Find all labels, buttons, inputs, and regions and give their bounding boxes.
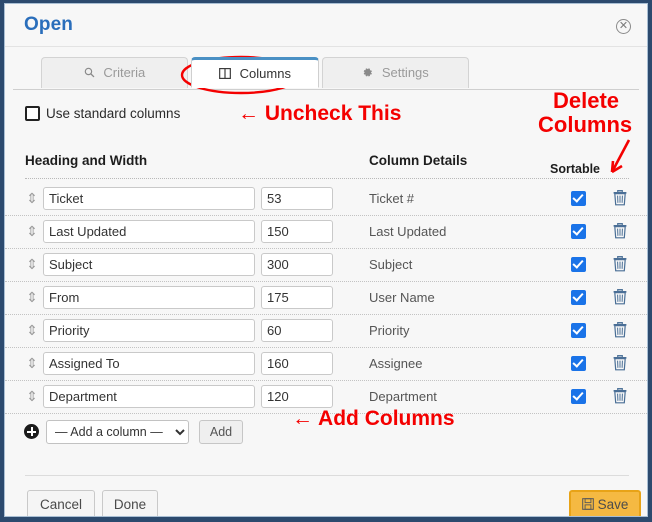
column-heading-input[interactable] [43, 187, 255, 210]
column-heading-input[interactable] [43, 253, 255, 276]
table-row: ⇕ Subject [5, 249, 647, 282]
column-detail-label: Department [369, 389, 437, 404]
columns-table: ⇕ Ticket # ⇕ Last Updated ⇕ Subject ⇕ User Name… [5, 183, 647, 414]
trash-icon[interactable] [613, 387, 627, 409]
column-width-input[interactable] [261, 286, 333, 309]
sortable-checkbox[interactable] [571, 389, 586, 404]
save-button[interactable]: Save [569, 490, 641, 516]
sortable-checkbox[interactable] [571, 191, 586, 206]
drag-handle-icon[interactable]: ⇕ [26, 256, 38, 273]
column-detail-label: Assignee [369, 356, 423, 371]
sortable-checkbox[interactable] [571, 224, 586, 239]
tab-criteria[interactable]: Criteria [41, 57, 188, 88]
column-width-input[interactable] [261, 385, 333, 408]
save-button-label: Save [597, 496, 629, 512]
column-heading-input[interactable] [43, 385, 255, 408]
gear-icon [362, 66, 377, 81]
footer-divider [25, 475, 629, 476]
tab-settings-label: Settings [381, 65, 429, 80]
trash-icon[interactable] [613, 288, 627, 310]
use-standard-columns-row: Use standard columns [25, 106, 180, 121]
drag-handle-icon[interactable]: ⇕ [26, 289, 38, 306]
column-width-input[interactable] [261, 187, 333, 210]
columns-icon [219, 67, 235, 82]
column-detail-label: User Name [369, 290, 435, 305]
drag-handle-icon[interactable]: ⇕ [26, 322, 38, 339]
tab-settings[interactable]: Settings [322, 57, 469, 88]
trash-icon[interactable] [613, 189, 627, 211]
table-row: ⇕ Department [5, 381, 647, 414]
open-dialog: Open ✕ Criteria Columns Settings Use sta… [4, 3, 648, 517]
sortable-checkbox[interactable] [571, 290, 586, 305]
page-title: Open [24, 14, 73, 35]
heading-and-width-header: Heading and Width [25, 153, 148, 168]
sortable-checkbox[interactable] [571, 356, 586, 371]
trash-icon[interactable] [613, 354, 627, 376]
add-column-row: — Add a column — Add [5, 412, 647, 456]
plus-circle-icon[interactable] [24, 424, 39, 439]
tab-bar: Criteria Columns Settings [13, 57, 639, 90]
tab-columns[interactable]: Columns [191, 57, 319, 88]
floppy-disk-icon [581, 497, 594, 513]
column-detail-label: Last Updated [369, 224, 447, 239]
trash-icon[interactable] [613, 321, 627, 343]
dialog-titlebar: Open ✕ [5, 4, 647, 47]
drag-handle-icon[interactable]: ⇕ [26, 388, 38, 405]
column-detail-label: Ticket # [369, 191, 415, 206]
close-icon[interactable]: ✕ [616, 19, 631, 34]
column-details-header: Column Details [369, 153, 468, 168]
add-column-button[interactable]: Add [199, 420, 243, 444]
column-width-input[interactable] [261, 220, 333, 243]
trash-icon[interactable] [613, 255, 627, 277]
column-heading-input[interactable] [43, 220, 255, 243]
column-heading-input[interactable] [43, 319, 255, 342]
trash-icon[interactable] [613, 222, 627, 244]
column-detail-label: Priority [369, 323, 410, 338]
column-detail-label: Subject [369, 257, 413, 272]
tab-criteria-label: Criteria [103, 65, 146, 80]
column-width-input[interactable] [261, 319, 333, 342]
column-heading-input[interactable] [43, 286, 255, 309]
done-button[interactable]: Done [102, 490, 158, 516]
table-row: ⇕ User Name [5, 282, 647, 315]
column-width-input[interactable] [261, 253, 333, 276]
table-row: ⇕ Last Updated [5, 216, 647, 249]
drag-handle-icon[interactable]: ⇕ [26, 355, 38, 372]
cancel-button[interactable]: Cancel [27, 490, 95, 516]
sortable-checkbox[interactable] [571, 323, 586, 338]
search-icon [84, 66, 99, 81]
add-column-select[interactable]: — Add a column — [46, 420, 189, 444]
table-row: ⇕ Ticket # [5, 183, 647, 216]
header-divider [25, 178, 629, 179]
drag-handle-icon[interactable]: ⇕ [26, 223, 38, 240]
use-standard-columns-label: Use standard columns [46, 106, 181, 121]
column-width-input[interactable] [261, 352, 333, 375]
drag-handle-icon[interactable]: ⇕ [26, 190, 38, 207]
table-row: ⇕ Assignee [5, 348, 647, 381]
dialog-footer: Cancel Done Save [5, 482, 647, 516]
use-standard-columns-checkbox[interactable] [25, 106, 40, 121]
column-heading-input[interactable] [43, 352, 255, 375]
sortable-header: Sortable [550, 162, 601, 176]
tab-columns-label: Columns [239, 66, 291, 81]
sortable-checkbox[interactable] [571, 257, 586, 272]
table-row: ⇕ Priority [5, 315, 647, 348]
